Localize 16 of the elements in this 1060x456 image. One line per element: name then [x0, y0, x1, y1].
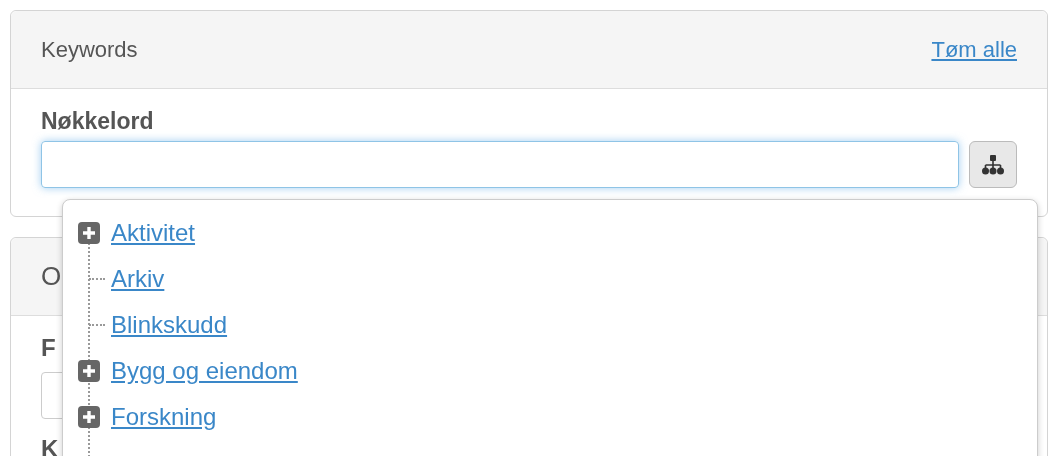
tree-button[interactable]: [969, 141, 1017, 188]
clear-all-link[interactable]: Tøm alle: [931, 33, 1017, 66]
tree-item-link[interactable]: Arkiv: [111, 261, 165, 297]
expand-icon[interactable]: [78, 406, 100, 428]
tree-item-link[interactable]: Bygg og eiendom: [111, 353, 298, 389]
expand-icon[interactable]: [78, 222, 100, 244]
tree-item-link[interactable]: Forskning: [111, 399, 217, 435]
field-label: F: [41, 334, 56, 362]
panel-title: Keywords: [41, 36, 138, 64]
field-label: Nøkkelord: [41, 107, 155, 135]
tree-item-link[interactable]: Aktivitet: [111, 215, 196, 251]
expand-icon[interactable]: [78, 360, 100, 382]
tree-item-link[interactable]: Blinkskudd: [111, 307, 228, 343]
panel-title: O: [41, 260, 62, 293]
keyword-input[interactable]: [41, 141, 959, 188]
hierarchy-icon: [982, 154, 1004, 175]
